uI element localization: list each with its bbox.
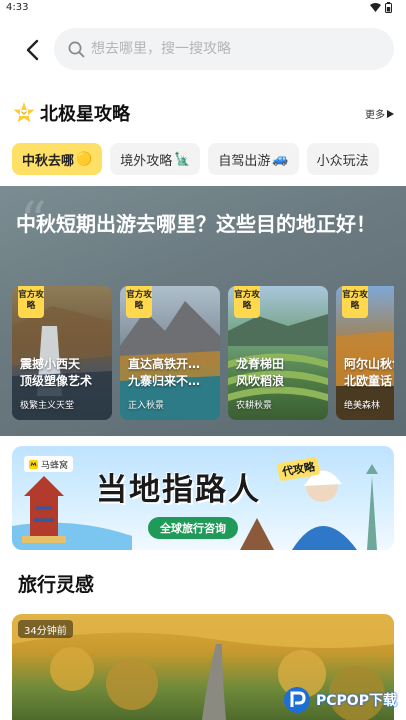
tab-overseas[interactable]: 境外攻略 🗽	[110, 143, 201, 175]
moon-icon: 🟡	[76, 151, 93, 167]
destination-card[interactable]: 官方攻略 震撼小西天 顶级塑像艺术 极繁主义天堂	[12, 286, 112, 420]
hero-section: “ 中秋短期出游去哪里？这些目的地正好！ 官方攻略 震撼小西天 顶级塑像艺术 极…	[0, 186, 406, 436]
promo-banner[interactable]: 马蜂窝 当地指路人 代攻略 全球旅行咨询	[12, 446, 394, 550]
official-badge: 官方攻略	[234, 286, 260, 318]
pcpop-logo-icon	[284, 687, 310, 713]
back-button[interactable]	[18, 36, 46, 64]
car-icon: 🚙	[272, 151, 289, 167]
banner-title: 当地指路人	[96, 472, 261, 508]
status-time: 4:33	[6, 2, 29, 13]
consult-button[interactable]: 全球旅行咨询	[148, 517, 238, 539]
official-badge: 官方攻略	[342, 286, 368, 318]
official-badge: 官方攻略	[18, 286, 44, 318]
wifi-icon	[370, 2, 381, 12]
brand-logo-icon	[29, 459, 38, 469]
category-tabs: 中秋去哪 🟡 境外攻略 🗽 自驾出游 🚙 小众玩法	[12, 143, 379, 175]
tab-self-drive[interactable]: 自驾出游 🚙	[208, 143, 299, 175]
card-title: 龙脊梯田 风吹稻浪	[236, 357, 285, 388]
card-subtitle: 农耕秋景	[236, 401, 273, 411]
hero-title: 中秋短期出游去哪里？这些目的地正好！	[16, 212, 376, 236]
triangle-right-icon	[387, 109, 394, 118]
tab-label: 境外攻略	[120, 153, 173, 169]
status-icons	[370, 2, 392, 13]
tab-mid-autumn[interactable]: 中秋去哪 🟡	[12, 143, 103, 175]
section-title: 北极星攻略	[40, 104, 130, 125]
section-header: 北极星攻略 更多	[12, 98, 398, 128]
status-bar: 4:33	[0, 0, 406, 18]
statue-of-liberty-icon: 🗽	[174, 151, 191, 167]
search-input[interactable]	[91, 41, 371, 57]
card-title: 直达高铁开… 九寨归来不…	[128, 357, 201, 388]
destination-card[interactable]: 官方攻略 阿尔山秋色 北欧童话 绝美森林	[336, 286, 394, 420]
battery-icon	[385, 2, 392, 13]
brand-name: 马蜂窝	[41, 460, 69, 471]
header	[0, 24, 406, 74]
card-subtitle: 正入秋景	[128, 401, 165, 411]
search-box[interactable]	[54, 28, 394, 70]
more-link[interactable]: 更多	[365, 106, 394, 121]
destination-cards: 官方攻略 震撼小西天 顶级塑像艺术 极繁主义天堂 官方攻略 直达高铁开… 九寨归…	[12, 286, 394, 420]
official-badge: 官方攻略	[126, 286, 152, 318]
card-title: 震撼小西天 顶级塑像艺术	[20, 357, 93, 388]
north-star-logo-icon	[13, 102, 35, 123]
search-icon	[68, 41, 85, 57]
watermark: PCPOP下载	[282, 683, 406, 717]
brand-badge: 马蜂窝	[24, 456, 74, 472]
chevron-left-icon	[26, 39, 39, 61]
tab-label: 自驾出游	[218, 153, 271, 169]
card-subtitle: 极繁主义天堂	[20, 401, 75, 411]
destination-card[interactable]: 官方攻略 龙脊梯田 风吹稻浪 农耕秋景	[228, 286, 328, 420]
tab-label: 小众玩法	[316, 153, 369, 169]
tab-label: 中秋去哪	[22, 153, 75, 169]
inspiration-title: 旅行灵感	[18, 574, 95, 596]
destination-card[interactable]: 官方攻略 直达高铁开… 九寨归来不… 正入秋景	[120, 286, 220, 420]
time-badge: 34分钟前	[18, 620, 73, 638]
card-title: 阿尔山秋色 北欧童话	[344, 357, 394, 388]
tab-niche[interactable]: 小众玩法	[306, 143, 379, 175]
watermark-text: PCPOP下载	[316, 693, 397, 709]
more-label: 更多	[365, 110, 385, 121]
card-subtitle: 绝美森林	[344, 401, 381, 411]
